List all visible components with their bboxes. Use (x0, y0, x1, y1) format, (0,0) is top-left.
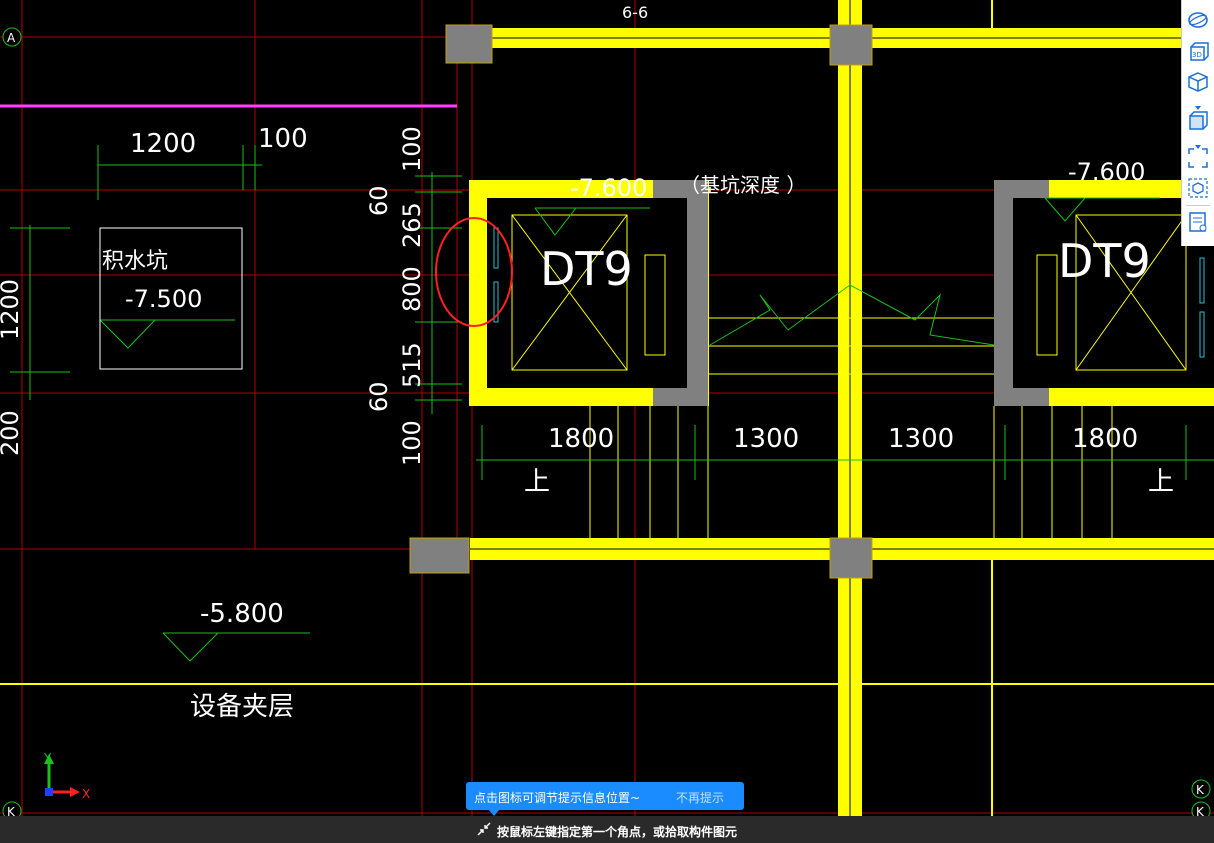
dim-vertical-60a: 60 (365, 185, 393, 216)
stair-up-right: 上 (1148, 467, 1174, 497)
axis-marker-k-right-1[interactable]: K (1191, 779, 1211, 799)
ucs-icon: Y X (43, 751, 90, 801)
ucs-y-label: Y (43, 751, 52, 765)
elevator-label-right: DT9 (1058, 234, 1151, 288)
section-label: 6-6 (622, 3, 648, 22)
caret-down-icon-2[interactable] (1192, 136, 1204, 149)
view-toolbar: 3D (1181, 0, 1214, 246)
dim-vertical-800: 800 (398, 266, 426, 312)
axis-lines (0, 0, 1214, 843)
floor-elevation: -5.800 (200, 599, 284, 629)
command-status-bar: 按鼠标左键指定第一个角点，或拾取构件图元 (0, 816, 1214, 843)
dim-vertical-515: 515 (398, 342, 426, 388)
yellow-beams[interactable] (470, 0, 1214, 843)
yellow-thin-lines (0, 0, 1214, 843)
axis-marker-a[interactable]: A (2, 27, 22, 47)
dim-edge-1200: 1200 (0, 279, 24, 340)
dim-edge-200: 200 (0, 410, 24, 456)
sump-elevation: -7.500 (125, 285, 202, 313)
dim-top-100: 100 (258, 124, 308, 154)
interlayer-label: 设备夹层 (190, 692, 294, 722)
dynamic-view-icon[interactable] (1186, 176, 1210, 200)
pit-depth-note: （基坑深度 ） (680, 173, 806, 197)
cad-canvas[interactable]: 6-6 积水坑 -7.500 -5.800 设备夹层 -7.600 （基坑深度 … (0, 0, 1214, 843)
dim-vertical-100a: 100 (398, 126, 426, 172)
dim-bottom-1800a: 1800 (548, 424, 614, 454)
dim-top-1200: 1200 (130, 129, 196, 159)
svg-text:K: K (1196, 783, 1205, 797)
command-prompt-text: 按鼠标左键指定第一个角点，或拾取构件图元 (497, 825, 738, 839)
svg-text:A: A (7, 31, 16, 45)
pit-elevation-right: -7.600 (1068, 158, 1145, 186)
3d-view-icon[interactable]: 3D (1186, 40, 1210, 64)
pit-elevation-left: -7.600 (570, 174, 647, 202)
dim-vertical-60b: 60 (365, 381, 393, 412)
hint-tooltip-text: 点击图标可调节提示信息位置~ (474, 791, 641, 805)
dim-vertical-265: 265 (398, 202, 426, 248)
caret-down-icon[interactable] (1192, 97, 1204, 110)
ucs-x-label: X (82, 787, 90, 801)
properties-icon[interactable] (1186, 210, 1210, 234)
cube-view-icon[interactable] (1186, 70, 1210, 94)
hint-tooltip[interactable]: 点击图标可调节提示信息位置~ 不再提示 (466, 782, 744, 810)
dim-bottom-1300a: 1300 (733, 424, 799, 454)
fit-window-icon[interactable] (1186, 146, 1210, 170)
dim-vertical-100b: 100 (398, 420, 426, 466)
svg-text:3D: 3D (1192, 51, 1202, 59)
dim-bottom-1300b: 1300 (888, 424, 954, 454)
dismiss-hint-link[interactable]: 不再提示 (676, 789, 724, 806)
toolbar-divider (1186, 205, 1210, 206)
collapse-icon[interactable] (476, 821, 492, 840)
tooltip-pointer (488, 809, 500, 816)
dim-bottom-1800b: 1800 (1072, 424, 1138, 454)
elevator-label-left: DT9 (540, 242, 633, 296)
sump-label: 积水坑 (102, 249, 168, 274)
orbit-icon[interactable] (1186, 8, 1210, 32)
box-view-icon[interactable] (1186, 108, 1210, 132)
stair-up-left: 上 (524, 467, 550, 497)
